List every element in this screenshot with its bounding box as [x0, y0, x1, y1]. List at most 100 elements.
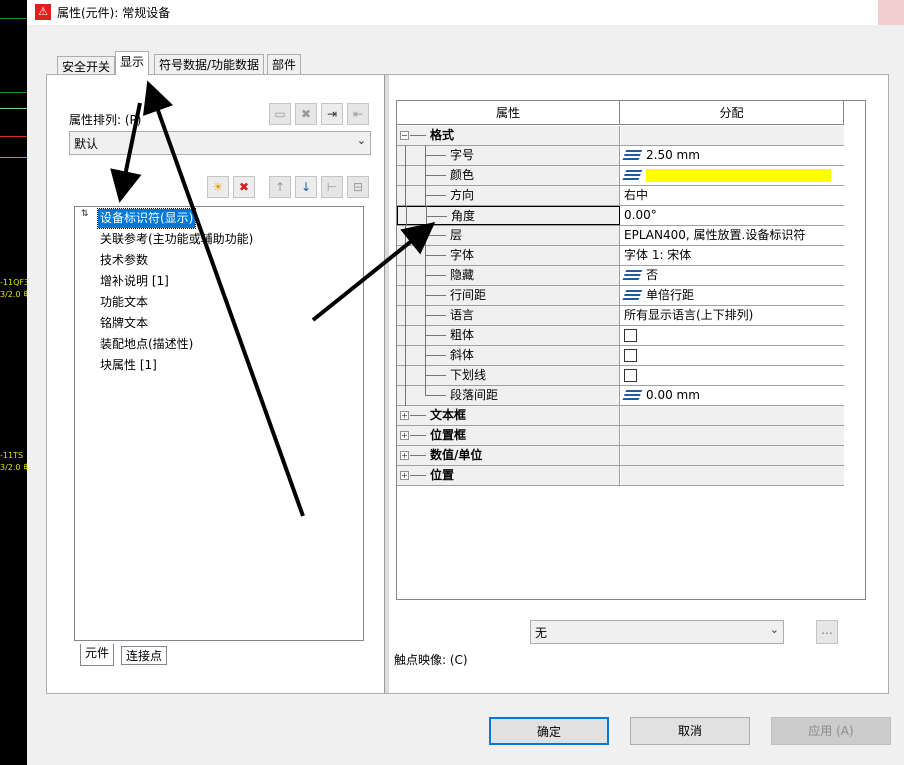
grid-cell-value[interactable]: [621, 406, 844, 425]
grid-cell-name[interactable]: 角度: [397, 206, 620, 227]
tab-connection-points[interactable]: 连接点: [121, 646, 168, 665]
grid-cell-name[interactable]: 颜色: [397, 165, 620, 186]
grid-row[interactable]: 斜体: [397, 345, 844, 366]
tab-safety-switch[interactable]: 安全开关: [57, 56, 116, 76]
grid-cell-name[interactable]: 字体: [397, 245, 620, 266]
move-up-icon[interactable]: ↑: [269, 176, 291, 198]
tab-component[interactable]: 元件: [80, 644, 115, 666]
move-down-icon[interactable]: ↓: [295, 176, 317, 198]
grid-row[interactable]: 下划线: [397, 365, 844, 386]
ok-button[interactable]: 确定: [489, 717, 609, 745]
grid-cell-value[interactable]: 2.50 mm: [621, 146, 844, 165]
grid-row[interactable]: 颜色: [397, 165, 844, 186]
grid-cell-value[interactable]: [621, 426, 844, 445]
tab-display[interactable]: 显示: [115, 51, 150, 75]
grid-cell-name[interactable]: + 位置: [397, 466, 620, 485]
grid-cell-name[interactable]: 层: [397, 225, 620, 246]
property-list[interactable]: ⇅ 设备标识符(显示) 关联参考(主功能或辅助功能) 技术参数 增补说明 [1]…: [74, 206, 364, 641]
grid-cell-name[interactable]: 语言: [397, 305, 620, 326]
grid-cell-value[interactable]: 右中: [621, 186, 844, 205]
stack-icon[interactable]: [621, 389, 643, 402]
grid-cell-name[interactable]: 粗体: [397, 325, 620, 346]
grid-row[interactable]: 隐藏 否: [397, 265, 844, 286]
checkbox[interactable]: [624, 349, 637, 362]
grid-cell-value[interactable]: 单倍行距: [621, 286, 844, 305]
import-icon[interactable]: ⇥: [321, 103, 343, 125]
grid-row[interactable]: 层 EPLAN400, 属性放置.设备标识符: [397, 225, 844, 246]
stack-icon[interactable]: [621, 169, 643, 182]
save-scheme-icon[interactable]: ▭: [269, 103, 291, 125]
grid-row[interactable]: 段落间距 0.00 mm: [397, 385, 844, 406]
grid-cell-value[interactable]: 所有显示语言(上下排列): [621, 306, 844, 325]
property-grid[interactable]: 属性 分配 − 格式 字号 2.50 mm 颜色 方向 右中 角度 0.00° 层 EPLAN400…: [396, 100, 866, 600]
grid-cell-name[interactable]: 下划线: [397, 365, 620, 386]
delete-scheme-icon[interactable]: ✖: [295, 103, 317, 125]
tab-parts[interactable]: 部件: [267, 54, 302, 74]
stack-icon[interactable]: [621, 149, 643, 162]
tab-symbol-data[interactable]: 符号数据/功能数据: [154, 54, 265, 74]
align-icon[interactable]: ⊢: [321, 176, 343, 198]
stack-icon[interactable]: [621, 269, 643, 282]
list-item[interactable]: 技术参数: [98, 251, 150, 270]
apply-button[interactable]: 应用 (A): [771, 717, 891, 745]
split-icon[interactable]: ⊟: [347, 176, 369, 198]
grid-cell-name[interactable]: 方向: [397, 185, 620, 206]
splitter[interactable]: [384, 75, 389, 693]
grid-row[interactable]: + 位置: [397, 466, 844, 486]
expand-icon[interactable]: +: [400, 451, 409, 460]
sort-select[interactable]: 默认 ⌄: [69, 131, 371, 155]
delete-icon[interactable]: ✖: [233, 176, 255, 198]
grid-row[interactable]: + 位置框: [397, 426, 844, 446]
grid-row[interactable]: 行间距 单倍行距: [397, 285, 844, 306]
grid-cell-value[interactable]: [621, 166, 844, 185]
grid-row[interactable]: + 文本框: [397, 406, 844, 426]
expand-icon[interactable]: +: [400, 411, 409, 420]
checkbox[interactable]: [624, 369, 637, 382]
grid-cell-value[interactable]: [621, 326, 844, 345]
column-header-property[interactable]: 属性: [397, 101, 620, 125]
grid-row[interactable]: 语言 所有显示语言(上下排列): [397, 305, 844, 326]
grid-cell-name[interactable]: 行间距: [397, 285, 620, 306]
grid-cell-name[interactable]: 隐藏: [397, 265, 620, 286]
grid-cell-name[interactable]: 段落间距: [397, 385, 620, 406]
grid-cell-value[interactable]: [621, 366, 844, 385]
expand-icon[interactable]: +: [400, 431, 409, 440]
close-button[interactable]: [878, 0, 904, 25]
expand-icon[interactable]: +: [400, 471, 409, 480]
grid-cell-name[interactable]: 字号: [397, 145, 620, 166]
contact-mapping-more-button[interactable]: ...: [816, 620, 838, 644]
list-item[interactable]: 功能文本: [98, 293, 150, 312]
grid-row[interactable]: 粗体: [397, 325, 844, 346]
title-bar[interactable]: ⚠ 属性(元件): 常规设备: [27, 0, 904, 25]
list-item[interactable]: 设备标识符(显示): [96, 208, 197, 229]
grid-row[interactable]: 字体 字体 1: 宋体: [397, 245, 844, 266]
contact-mapping-select[interactable]: 无 ⌄: [530, 620, 784, 644]
list-item[interactable]: 增补说明 [1]: [98, 272, 171, 291]
new-icon[interactable]: ☀: [207, 176, 229, 198]
grid-cell-name[interactable]: + 位置框: [397, 426, 620, 445]
grid-cell-value[interactable]: [621, 446, 844, 465]
grid-row[interactable]: 方向 右中: [397, 185, 844, 206]
list-item[interactable]: 装配地点(描述性): [98, 335, 195, 354]
grid-cell-name[interactable]: + 数值/单位: [397, 446, 620, 465]
cancel-button[interactable]: 取消: [630, 717, 750, 745]
grid-row[interactable]: − 格式: [397, 126, 844, 146]
grid-cell-name[interactable]: − 格式: [397, 126, 620, 145]
grid-row[interactable]: 角度 0.00°: [397, 206, 844, 227]
grid-cell-value[interactable]: [621, 346, 844, 365]
grid-cell-value[interactable]: 0.00°: [621, 206, 844, 225]
grid-cell-value[interactable]: 否: [621, 266, 844, 285]
color-swatch[interactable]: [646, 169, 831, 182]
list-item[interactable]: 关联参考(主功能或辅助功能): [98, 230, 255, 249]
grid-cell-value[interactable]: 0.00 mm: [621, 386, 844, 405]
grid-row[interactable]: 字号 2.50 mm: [397, 145, 844, 166]
grid-cell-value[interactable]: 字体 1: 宋体: [621, 246, 844, 265]
collapse-icon[interactable]: −: [400, 131, 409, 140]
grid-cell-value[interactable]: [621, 126, 844, 145]
stack-icon[interactable]: [621, 289, 643, 302]
grid-cell-name[interactable]: + 文本框: [397, 406, 620, 425]
checkbox[interactable]: [624, 329, 637, 342]
list-item[interactable]: 铭牌文本: [98, 314, 150, 333]
grid-cell-name[interactable]: 斜体: [397, 345, 620, 366]
list-item[interactable]: 块属性 [1]: [98, 356, 159, 375]
